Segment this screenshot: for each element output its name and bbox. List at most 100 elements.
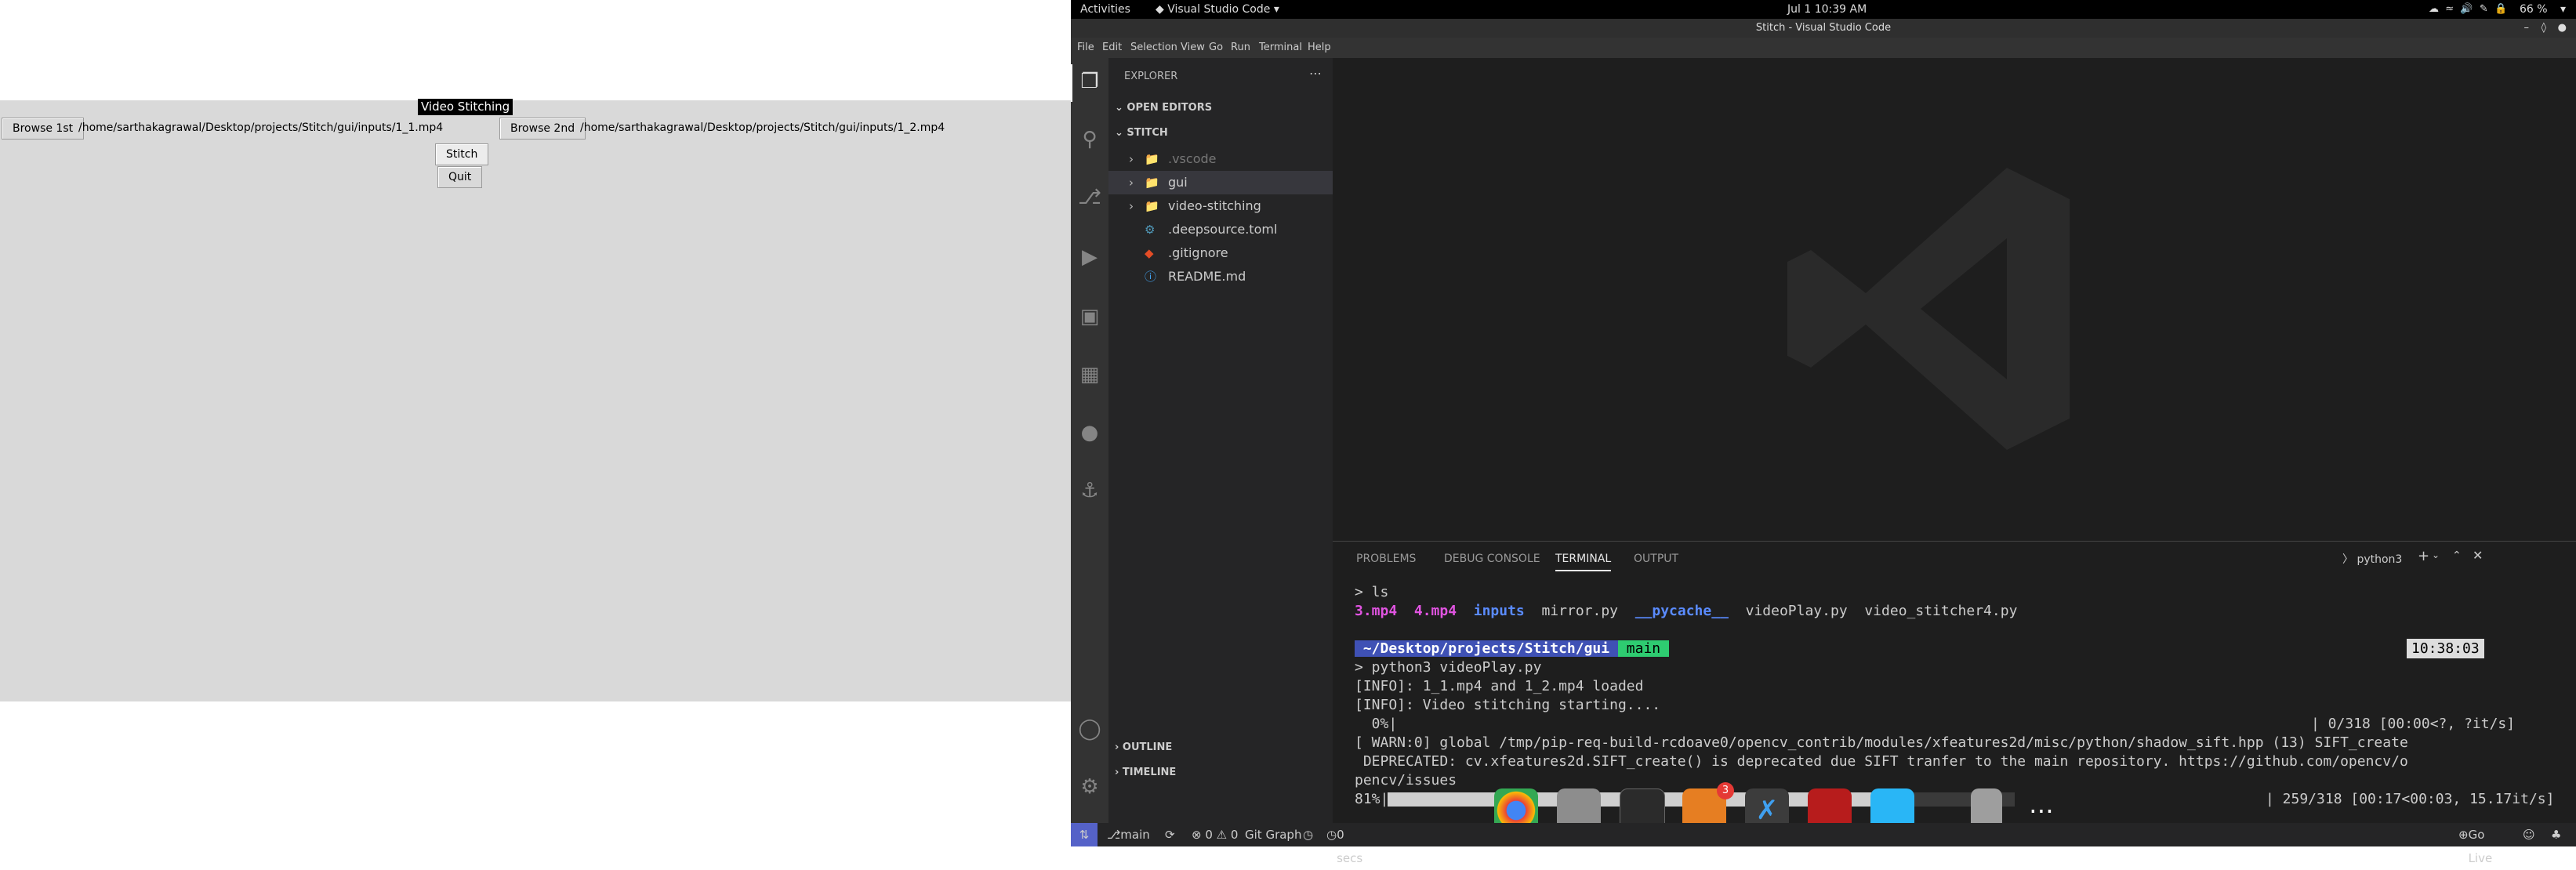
close-icon[interactable]: ● <box>2558 19 2567 38</box>
bottom-panel: PROBLEMS DEBUG CONSOLE TERMINAL OUTPUT 〉… <box>1333 541 2576 824</box>
settings-gear-icon[interactable]: ⚙ <box>1077 774 1102 799</box>
search-icon[interactable]: ⚲ <box>1077 127 1102 152</box>
close-panel-icon[interactable]: ✕ <box>2473 548 2483 563</box>
terminal-ls-output: 3.mp4 4.mp4 inputs mirror.py __pycache__… <box>1355 603 2018 619</box>
active-indicator <box>1071 64 1072 102</box>
tree-item-deepsource[interactable]: ⚙ .deepsource.toml <box>1108 218 1333 241</box>
menu-run[interactable]: Run <box>1231 38 1250 58</box>
menu-help[interactable]: Help <box>1308 38 1331 58</box>
terminal-line: 0%| <box>1355 716 1398 732</box>
tray-icons[interactable]: ☁ ≈ 🔊 ✎ 🔒 <box>2429 0 2507 19</box>
git-file-icon: ◆ <box>1145 246 1154 260</box>
git-graph-button[interactable]: Git Graph <box>1245 823 1301 846</box>
status-bar: ⇅ ⎇ main ⟳ ⊗ 0 ⚠ 0 Git Graph ◷ ◷ 0 secs … <box>1071 823 2576 865</box>
terminal-line: [INFO]: 1_1.mp4 and 1_2.mp4 loaded <box>1355 678 1644 694</box>
folder-icon: 📁 <box>1145 152 1159 166</box>
sync-icon[interactable]: ⟳ <box>1165 823 1175 846</box>
bell-icon[interactable]: ♣ <box>2551 823 2561 846</box>
tree-item-readme[interactable]: ⓘ README.md <box>1108 265 1333 288</box>
folder-icon: 📁 <box>1145 176 1159 190</box>
battery-level: 66 % <box>2520 3 2548 16</box>
tab-debug-console[interactable]: DEBUG CONSOLE <box>1444 553 1540 565</box>
editor-area <box>1333 58 2576 541</box>
github-icon[interactable]: ● <box>1077 420 1102 445</box>
app-icon: ◆ <box>1156 3 1164 16</box>
menu-go[interactable]: Go <box>1209 38 1223 58</box>
menu-view[interactable]: View <box>1181 38 1205 58</box>
problems-indicator[interactable]: ⊗ 0 ⚠ 0 <box>1192 823 1238 846</box>
tree-item-vscode[interactable]: › 📁 .vscode <box>1108 147 1333 171</box>
info-file-icon: ⓘ <box>1145 270 1157 284</box>
terminal-line: > ls <box>1355 584 1389 600</box>
desktop-screen: Activities ◆ Visual Studio Code ▾ Jul 1 … <box>1071 0 2576 865</box>
source-control-icon[interactable]: ⎇ <box>1077 185 1102 210</box>
remote-indicator-icon[interactable]: ⇅ <box>1071 823 1098 846</box>
second-file-path: /home/sarthakagrawal/Desktop/projects/St… <box>580 121 945 134</box>
browse-first-button[interactable]: Browse 1st <box>2 118 85 140</box>
vscode-watermark-logo <box>1787 168 2070 450</box>
go-live-button[interactable]: ⊕ Go Live <box>2458 823 2492 865</box>
shell-prompt: ~/Desktop/projects/Stitch/gui main <box>1355 639 1669 658</box>
clock[interactable]: Jul 1 10:39 AM <box>1787 0 1867 19</box>
open-editors-section[interactable]: ⌄ OPEN EDITORS <box>1115 102 1212 114</box>
run-debug-icon[interactable]: ▶ <box>1077 245 1102 270</box>
extensions-icon[interactable]: ▦ <box>1077 362 1102 387</box>
tab-terminal[interactable]: TERMINAL <box>1555 553 1612 571</box>
explorer-sidebar: EXPLORER ⋯ ⌄ OPEN EDITORS ⌄ STITCH › 📁 .… <box>1108 58 1333 823</box>
progress-percent: 81%| <box>1355 791 1389 807</box>
activities-button[interactable]: Activities <box>1080 0 1130 19</box>
stitch-button[interactable]: Stitch <box>435 143 489 165</box>
system-menu-icon[interactable]: ▾ <box>2560 0 2566 19</box>
timeline-section[interactable]: › TIMELINE <box>1115 767 1176 778</box>
workspace-folder[interactable]: ⌄ STITCH <box>1115 127 1168 139</box>
history-icon[interactable]: ◷ <box>1303 823 1313 846</box>
terminal-line: pencv/issues <box>1355 772 1457 788</box>
terminal-line: [INFO]: Video stitching starting.... <box>1355 697 1661 713</box>
maximize-panel-icon[interactable]: ⌃ <box>2452 549 2462 562</box>
menu-edit[interactable]: Edit <box>1102 38 1122 58</box>
menu-selection[interactable]: Selection <box>1130 38 1177 58</box>
chevron-right-icon: › <box>1129 199 1134 213</box>
app-menu[interactable]: ◆ Visual Studio Code ▾ <box>1156 0 1279 19</box>
minimize-icon[interactable]: – <box>2524 19 2530 38</box>
time-tracker[interactable]: ◷ 0 secs <box>1326 823 1362 865</box>
tab-problems[interactable]: PROBLEMS <box>1356 553 1416 565</box>
menu-terminal[interactable]: Terminal <box>1259 38 1302 58</box>
menu-file[interactable]: File <box>1077 38 1094 58</box>
more-actions-icon[interactable]: ⋯ <box>1309 66 1322 81</box>
maximize-icon[interactable]: ◊ <box>2542 19 2546 38</box>
gnome-top-bar: Activities ◆ Visual Studio Code ▾ Jul 1 … <box>1071 0 2576 19</box>
window-titlebar: Stitch - Visual Studio Code – ◊ ● <box>1071 19 2576 38</box>
remote-explorer-icon[interactable]: ▣ <box>1077 304 1102 329</box>
tree-item-gitignore[interactable]: ◆ .gitignore <box>1108 241 1333 265</box>
terminal-line: | 0/318 [00:00<?, ?it/s] <box>2311 716 2516 732</box>
activity-bar: ❐ ⚲ ⎇ ▶ ▣ ▦ ● ⚓ ◯ ⚙ <box>1071 58 1108 823</box>
gear-file-icon: ⚙ <box>1145 223 1156 237</box>
terminal-line: [ WARN:0] global /tmp/pip-req-build-rcdo… <box>1355 734 2408 751</box>
progress-stats: | 259/318 [00:17<00:03, 15.17it/s] <box>2266 791 2555 807</box>
docker-icon[interactable]: ⚓ <box>1077 478 1102 503</box>
explorer-header: EXPLORER <box>1124 71 1178 82</box>
chevron-down-icon[interactable]: ⌄ <box>2432 549 2440 560</box>
folder-icon: 📁 <box>1145 199 1159 213</box>
terminal-icon: 〉 <box>2342 553 2353 566</box>
terminal-line: DEPRECATED: cv.xfeatures2d.SIFT_create()… <box>1355 753 2408 770</box>
tree-item-video-stitching[interactable]: › 📁 video-stitching <box>1108 194 1333 218</box>
quit-button[interactable]: Quit <box>437 166 483 188</box>
chevron-right-icon: › <box>1129 152 1134 166</box>
tree-item-gui[interactable]: › 📁 gui <box>1108 171 1333 194</box>
prompt-path: ~/Desktop/projects/Stitch/gui <box>1355 640 1618 657</box>
notification-badge: 3 <box>1717 782 1734 799</box>
new-terminal-icon[interactable]: + <box>2418 548 2429 564</box>
tab-output[interactable]: OUTPUT <box>1634 553 1678 565</box>
browse-second-button[interactable]: Browse 2nd <box>499 118 586 140</box>
menu-bar: File Edit Selection View Go Run Terminal… <box>1071 38 2576 58</box>
tk-content-area <box>0 100 1071 701</box>
outline-section[interactable]: › OUTLINE <box>1115 741 1172 753</box>
branch-indicator[interactable]: ⎇ main <box>1107 823 1150 846</box>
explorer-icon[interactable]: ❐ <box>1077 69 1102 94</box>
terminal-selector[interactable]: 〉 python3 <box>2342 551 2402 567</box>
feedback-icon[interactable]: ☺ <box>2523 823 2535 846</box>
prompt-time: 10:38:03 <box>2407 639 2484 658</box>
account-icon[interactable]: ◯ <box>1077 716 1102 741</box>
